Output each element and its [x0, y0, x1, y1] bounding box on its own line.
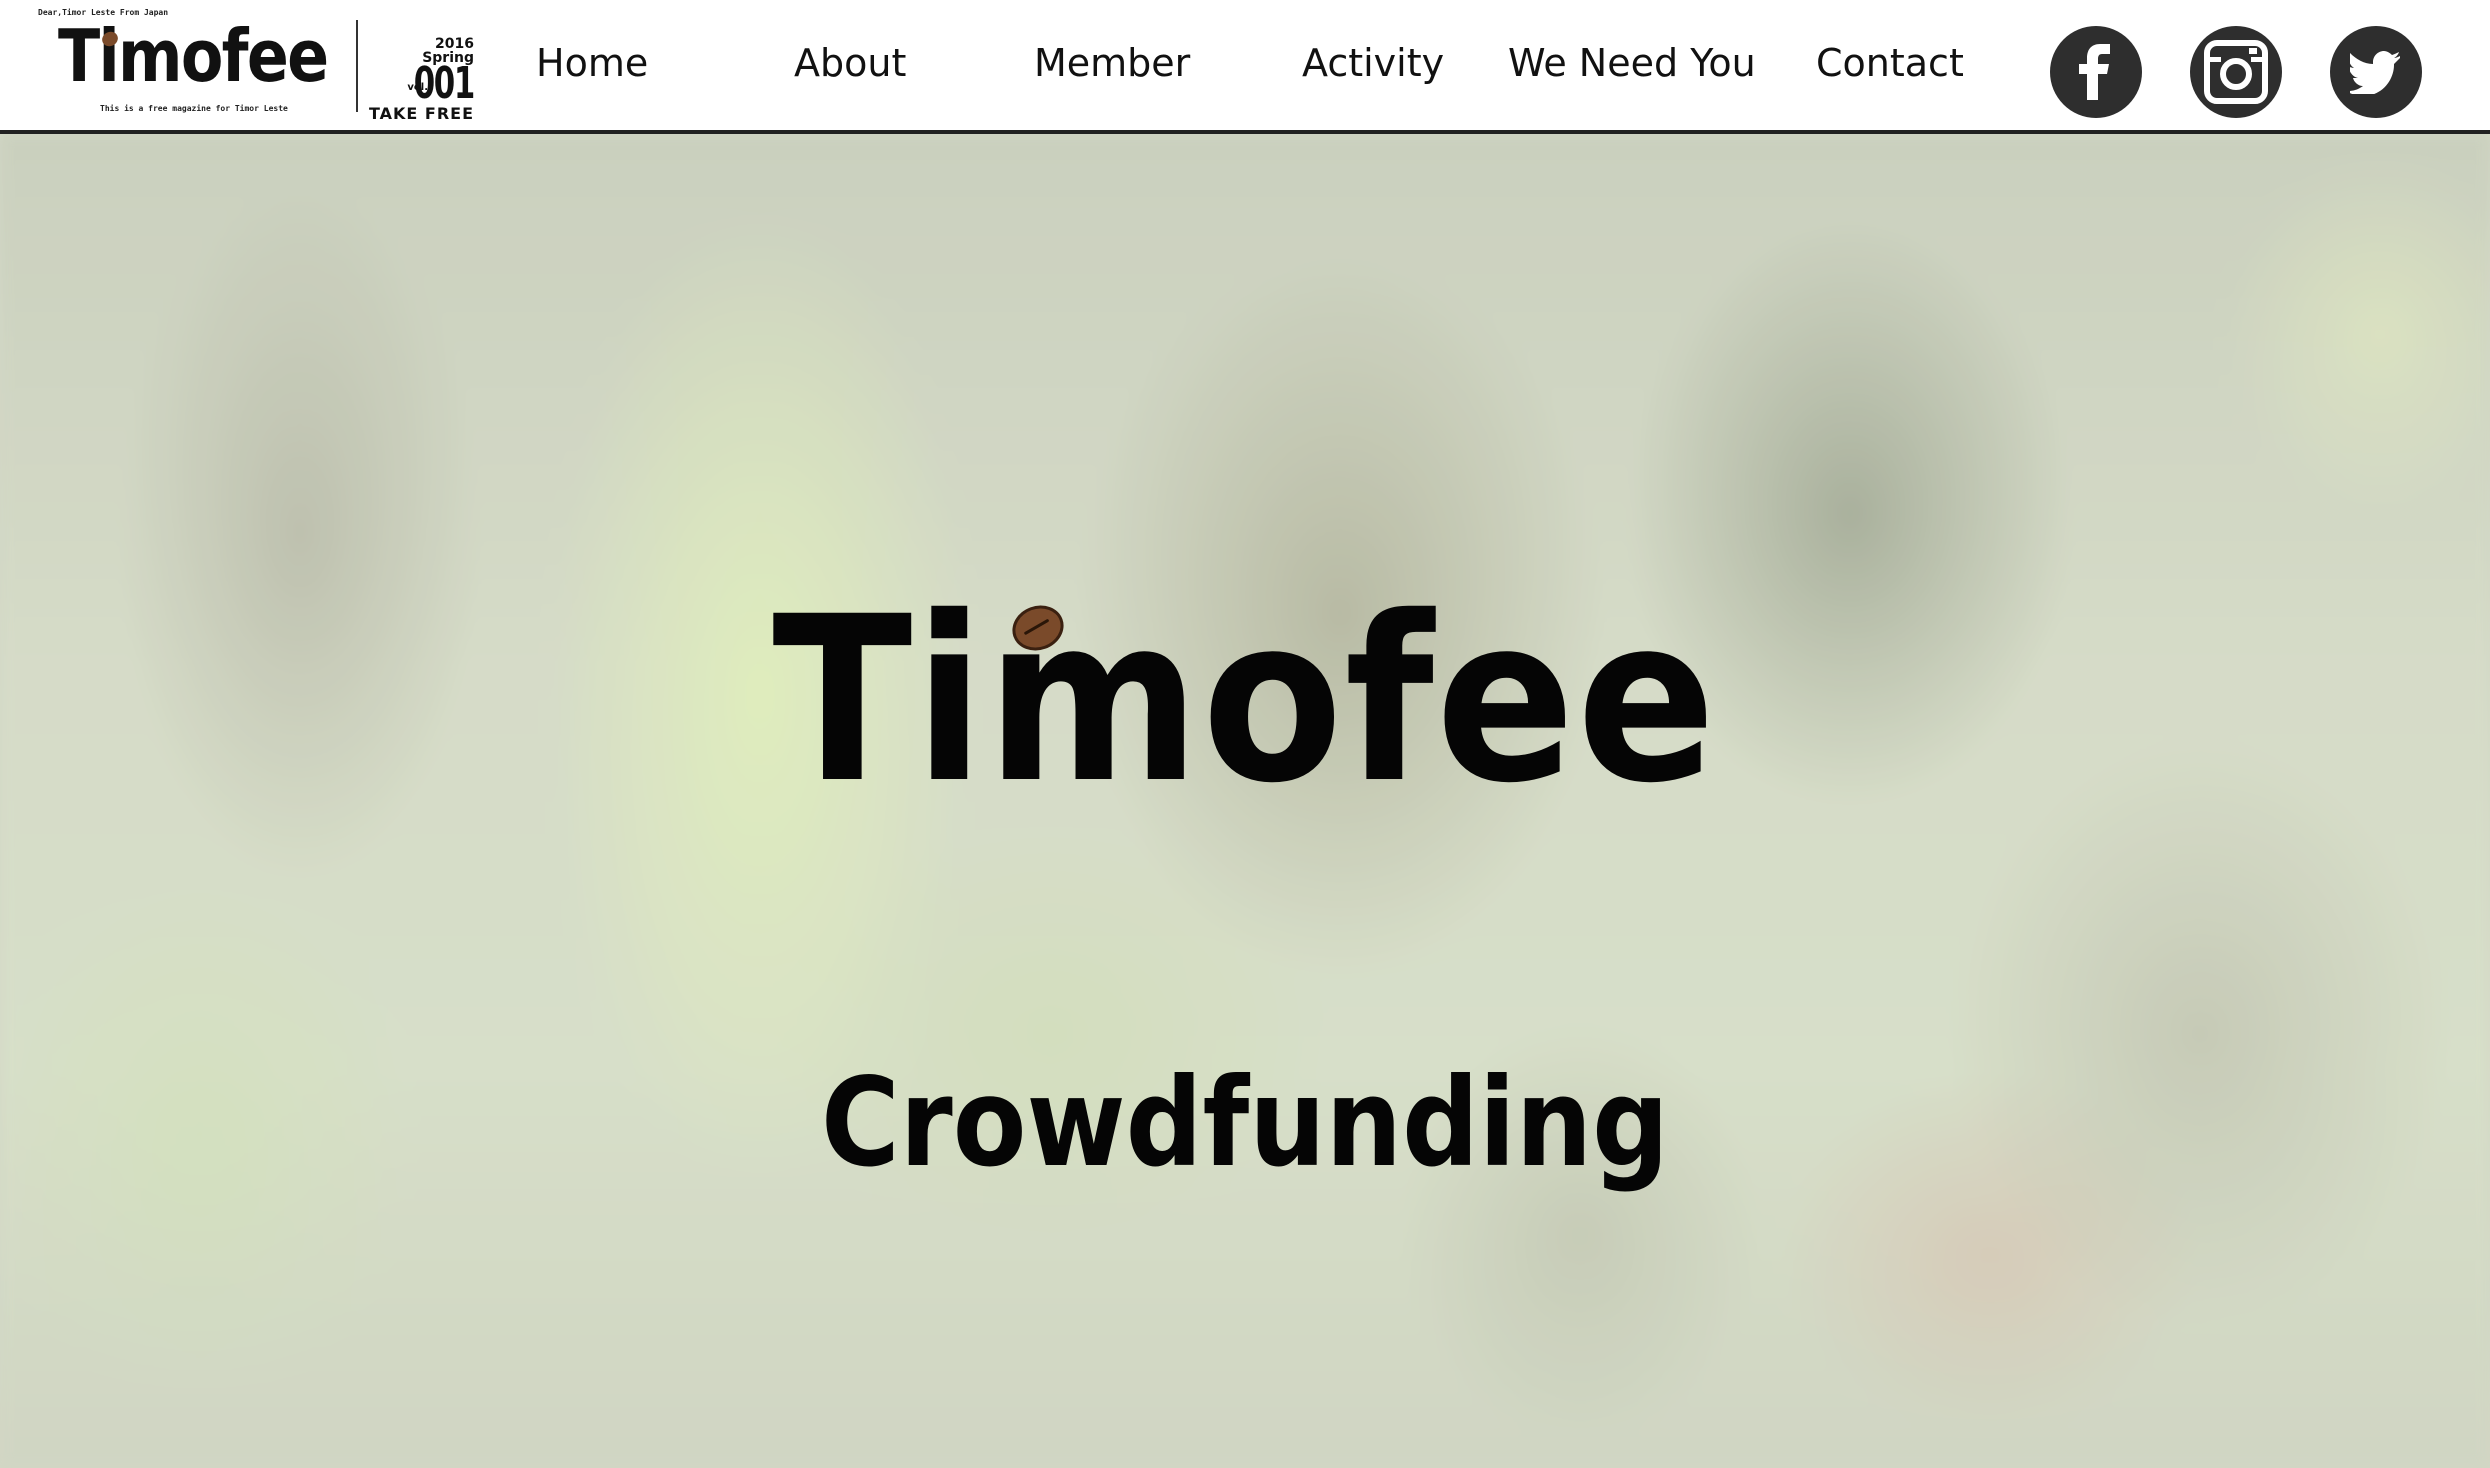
site-header: Dear,Timor Leste From Japan Timofee This…	[0, 0, 2490, 134]
main-nav: Home About Member Activity We Need You C…	[0, 0, 2490, 134]
instagram-icon	[2204, 40, 2268, 104]
instagram-link[interactable]	[2190, 26, 2282, 118]
nav-item-contact[interactable]: Contact	[1816, 44, 1964, 82]
nav-item-home[interactable]: Home	[536, 44, 648, 82]
facebook-icon	[2079, 44, 2110, 100]
nav-item-member[interactable]: Member	[1034, 44, 1190, 82]
facebook-link[interactable]	[2050, 26, 2142, 118]
twitter-icon	[2350, 51, 2400, 94]
hero-section: Timofee Crowdfunding	[0, 134, 2490, 1468]
hero-title: Timofee	[772, 567, 1718, 833]
twitter-link[interactable]	[2330, 26, 2422, 118]
nav-item-activity[interactable]: Activity	[1302, 44, 1444, 82]
nav-item-we-need-you[interactable]: We Need You	[1508, 44, 1756, 82]
page: Dear,Timor Leste From Japan Timofee This…	[0, 0, 2490, 1468]
hero-subtitle: Crowdfunding	[820, 1052, 1670, 1194]
nav-item-about[interactable]: About	[794, 44, 906, 82]
